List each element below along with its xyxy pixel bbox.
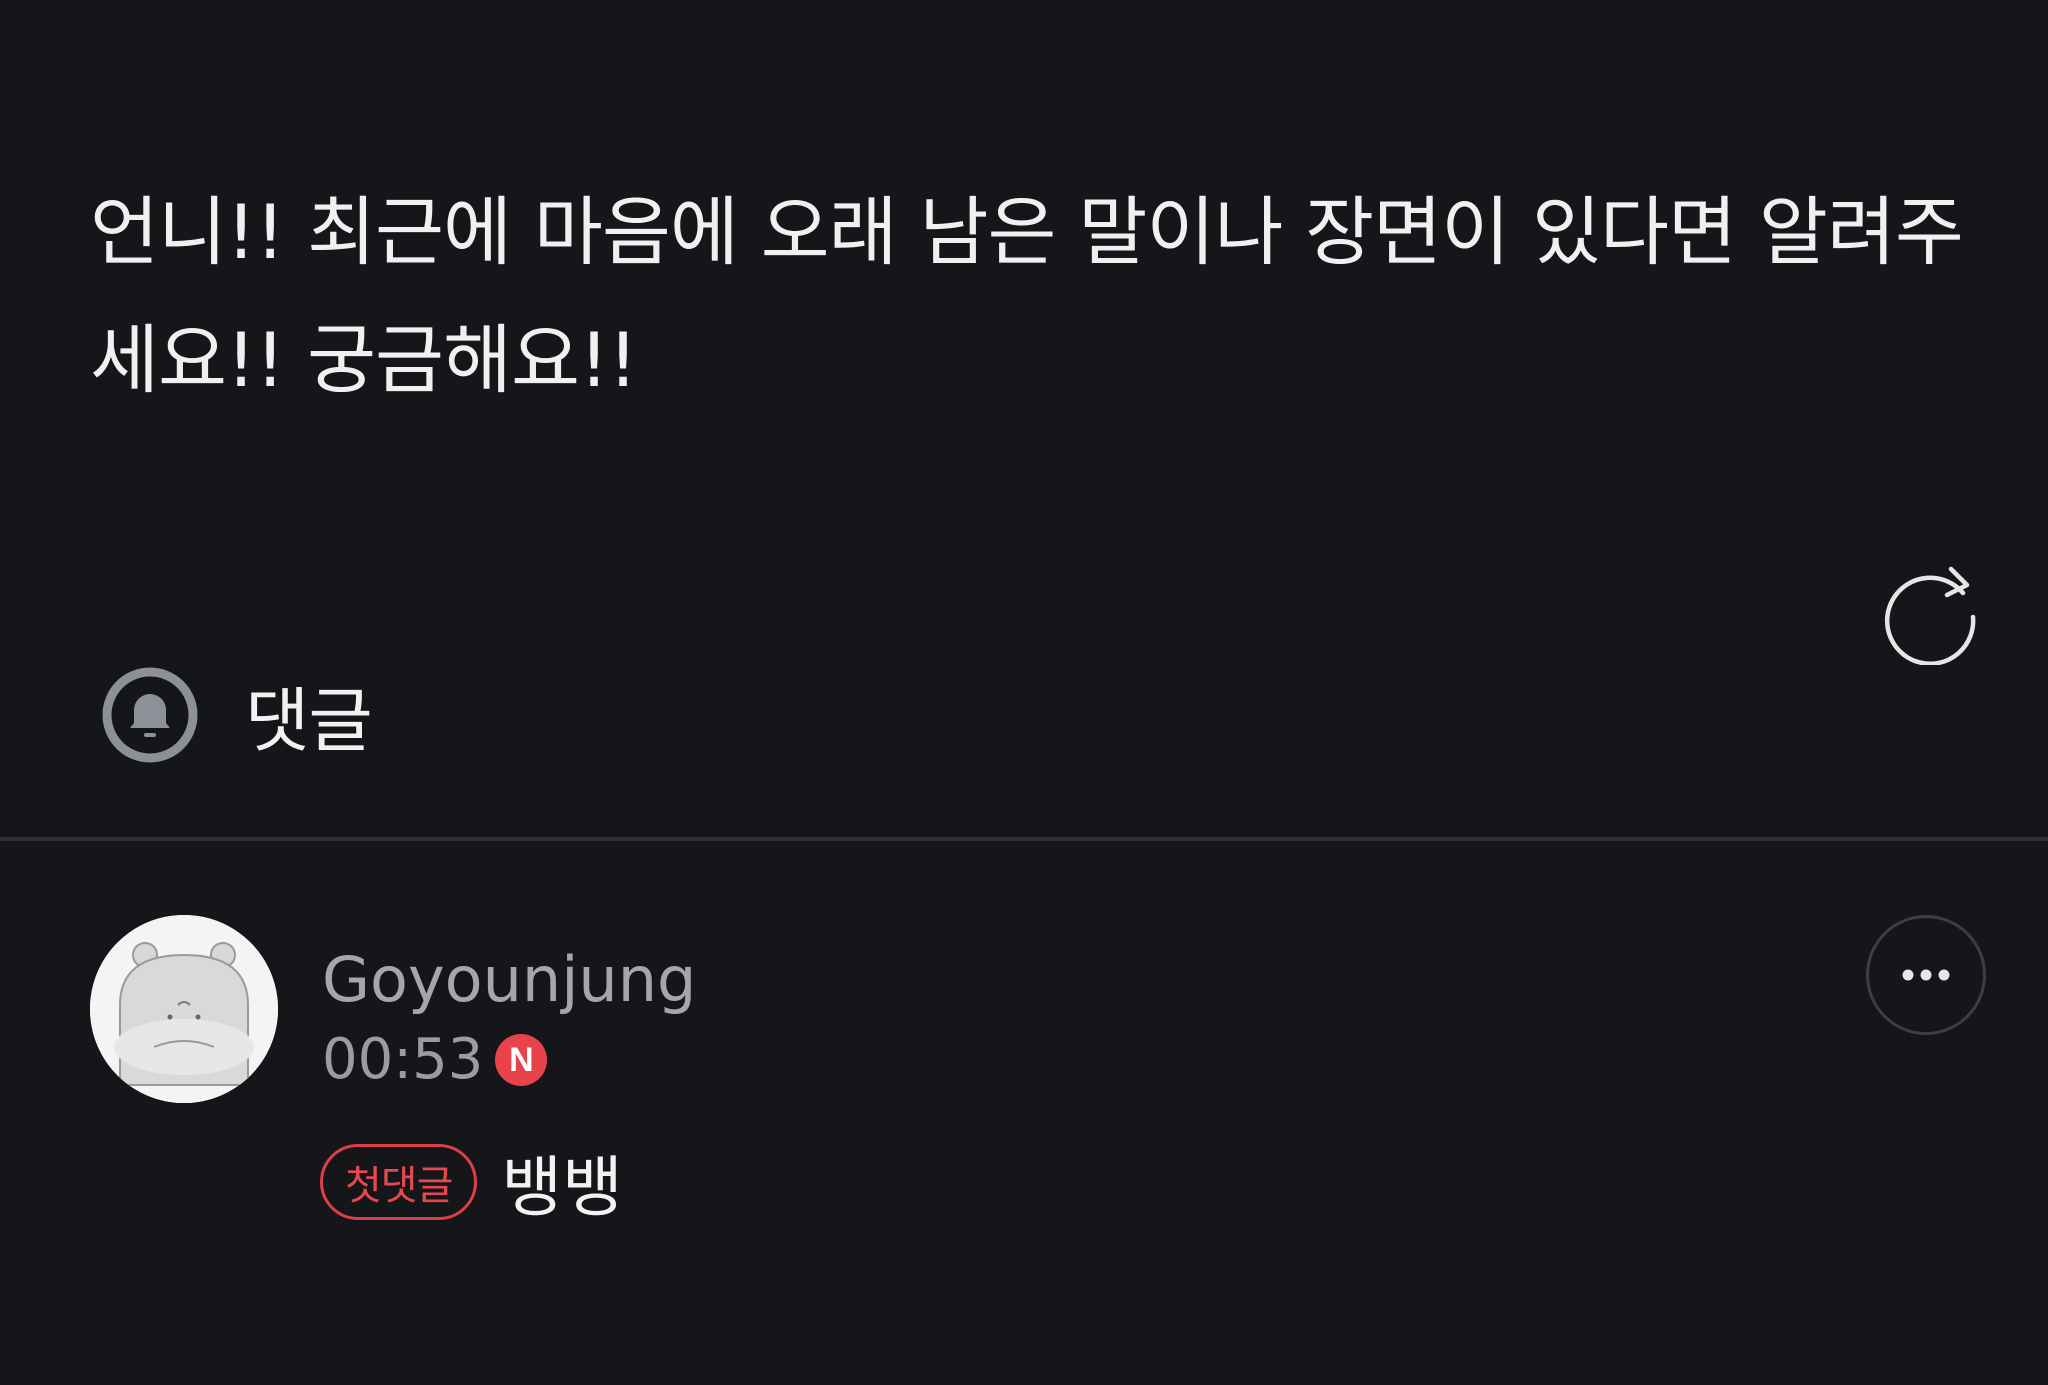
comment-text: 뱅뱅 — [501, 1149, 623, 1226]
new-badge: N — [495, 1034, 548, 1086]
bell-icon — [102, 667, 198, 763]
comment-content: 첫댓글 뱅뱅 — [320, 1134, 623, 1230]
comment-notification-toggle[interactable] — [100, 665, 200, 765]
divider — [0, 837, 2048, 841]
avatar[interactable] — [90, 915, 278, 1103]
more-horizontal-icon — [1902, 969, 1950, 981]
post-body: 언니!! 최근에 마음에 오래 남은 말이나 장면이 있다면 알려주세요!! 궁… — [90, 188, 1964, 404]
refresh-icon — [1884, 566, 1976, 665]
refresh-button[interactable] — [1875, 555, 1985, 665]
hamster-avatar-icon — [90, 915, 278, 1103]
comment-meta: 00:53 N — [322, 1022, 548, 1098]
comment-more-button[interactable] — [1866, 915, 1986, 1035]
comment-section-header: 댓글 — [100, 665, 373, 765]
comment-author[interactable]: Goyounjung — [322, 942, 696, 1018]
first-comment-badge: 첫댓글 — [320, 1144, 478, 1220]
comment-timestamp: 00:53 — [322, 1027, 484, 1092]
comment-section-title: 댓글 — [245, 679, 373, 762]
